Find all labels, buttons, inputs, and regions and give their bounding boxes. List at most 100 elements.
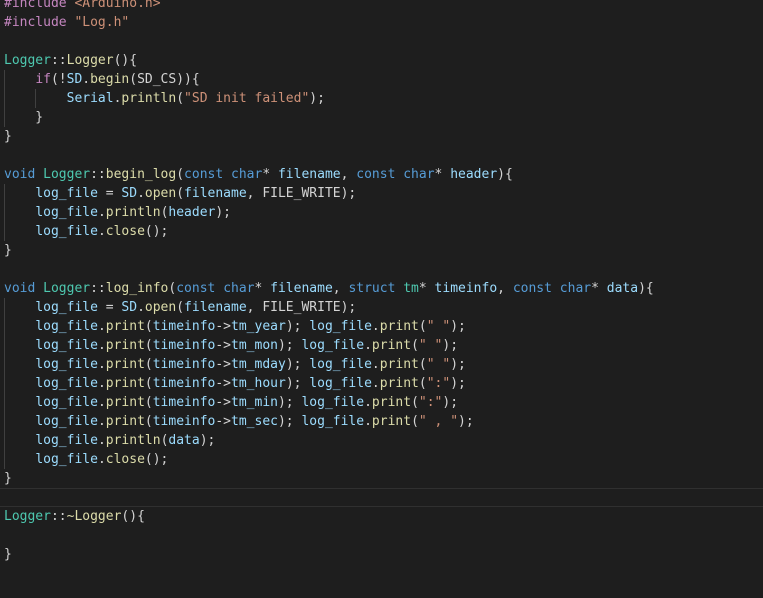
code-line[interactable]: } [0, 241, 763, 260]
code-line[interactable]: log_file.print(timeinfo->tm_year); log_f… [0, 317, 763, 336]
code-token: const [184, 167, 232, 182]
code-token: . [97, 414, 106, 429]
code-token: print [379, 357, 419, 372]
code-token: ( [176, 186, 185, 201]
code-line[interactable]: Logger::Logger(){ [0, 51, 763, 70]
code-line[interactable]: log_file.println(data); [0, 431, 763, 450]
code-token: . [97, 205, 106, 220]
code-token: tm_hour [231, 376, 286, 391]
code-line[interactable]: log_file.print(timeinfo->tm_sec); log_fi… [0, 412, 763, 431]
code-token: ( [176, 167, 185, 182]
code-token: ( [418, 357, 427, 372]
code-token: ( [411, 338, 419, 353]
code-token: filename [270, 281, 333, 296]
indent-guide [4, 374, 5, 393]
code-line[interactable]: log_file.print(timeinfo->tm_mday); log_f… [0, 355, 763, 374]
code-line[interactable]: log_file.println(header); [0, 203, 763, 222]
code-token: log_file [35, 395, 98, 410]
code-line[interactable]: } [0, 469, 763, 488]
code-token: print [105, 319, 145, 334]
code-token: ":" [418, 395, 443, 410]
code-line[interactable]: log_file.close(); [0, 450, 763, 469]
code-line[interactable] [0, 526, 763, 545]
indent-guide [35, 89, 37, 108]
code-token: ( [411, 414, 419, 429]
code-line[interactable]: Serial.println("SD init failed"); [0, 89, 763, 108]
code-line[interactable] [0, 260, 763, 279]
code-token: if [35, 72, 51, 87]
code-line[interactable] [0, 488, 763, 507]
code-token: . [97, 433, 106, 448]
code-token: = [97, 186, 122, 201]
code-token: , FILE_WRITE); [246, 300, 357, 315]
code-token: . [97, 452, 106, 467]
code-editor[interactable]: #include <Arduino.h> #include "Log.h" Logg… [0, 0, 763, 564]
code-token: -> [215, 319, 232, 334]
code-token: log_file [35, 300, 98, 315]
code-token: ( [411, 395, 419, 410]
code-token: begin_log [105, 167, 177, 182]
indent-guide [4, 184, 5, 203]
code-line[interactable]: log_file = SD.open(filename, FILE_WRITE)… [0, 298, 763, 317]
code-line[interactable]: void Logger::log_info(const char* filena… [0, 279, 763, 298]
code-token: ); [199, 433, 216, 448]
code-line[interactable]: Logger::~Logger(){ [0, 507, 763, 526]
code-token: ); [285, 319, 310, 334]
code-token: Serial [66, 91, 114, 106]
code-token: . [97, 376, 106, 391]
code-token: print [379, 376, 419, 391]
code-line[interactable]: log_file.print(timeinfo->tm_mon); log_fi… [0, 336, 763, 355]
code-line[interactable]: #include <Arduino.h> [0, 0, 763, 13]
code-line[interactable]: log_file.print(timeinfo->tm_hour); log_f… [0, 374, 763, 393]
code-line[interactable]: void Logger::begin_log(const char* filen… [0, 165, 763, 184]
code-token: -> [215, 376, 232, 391]
code-line[interactable]: log_file = SD.open(filename, FILE_WRITE)… [0, 184, 763, 203]
code-line[interactable] [0, 146, 763, 165]
code-line[interactable] [0, 32, 763, 51]
code-token: ); [277, 395, 302, 410]
code-token: . [371, 319, 380, 334]
code-token: log_file [35, 205, 98, 220]
code-line[interactable]: #include "Log.h" [0, 13, 763, 32]
code-token: . [364, 414, 372, 429]
code-token: log_file [35, 338, 98, 353]
code-line[interactable]: } [0, 108, 763, 127]
indent-guide [4, 450, 5, 469]
code-line[interactable]: } [0, 127, 763, 146]
code-token: timeinfo [434, 281, 498, 296]
code-token: print [371, 395, 412, 410]
code-token: data [606, 281, 639, 296]
code-token: log_file [35, 319, 98, 334]
code-token: ( [144, 319, 153, 334]
code-token: } [4, 110, 44, 125]
code-token: log_file [301, 395, 365, 410]
code-token: println [105, 205, 161, 220]
code-line[interactable]: log_file.print(timeinfo->tm_min); log_fi… [0, 393, 763, 412]
code-token: log_info [105, 281, 169, 296]
code-line[interactable]: log_file.close(); [0, 222, 763, 241]
code-token: ( [144, 376, 153, 391]
code-line[interactable]: if(!SD.begin(SD_CS)){ [0, 70, 763, 89]
code-token: ); [450, 319, 466, 334]
code-token: ); [450, 357, 466, 372]
code-token: log_file [309, 357, 372, 372]
code-token: . [97, 319, 106, 334]
code-token: open [144, 186, 177, 201]
code-token: log_file [35, 452, 98, 467]
code-token: ( [418, 376, 427, 391]
code-line[interactable]: } [0, 545, 763, 564]
code-token: tm_mon [231, 338, 278, 353]
code-token: tm_sec [231, 414, 278, 429]
code-token: , [340, 167, 357, 182]
code-token: * [262, 167, 278, 182]
code-token: void [4, 281, 44, 296]
code-token: . [137, 300, 145, 315]
code-token: * [254, 281, 271, 296]
code-token: log_file [35, 357, 98, 372]
